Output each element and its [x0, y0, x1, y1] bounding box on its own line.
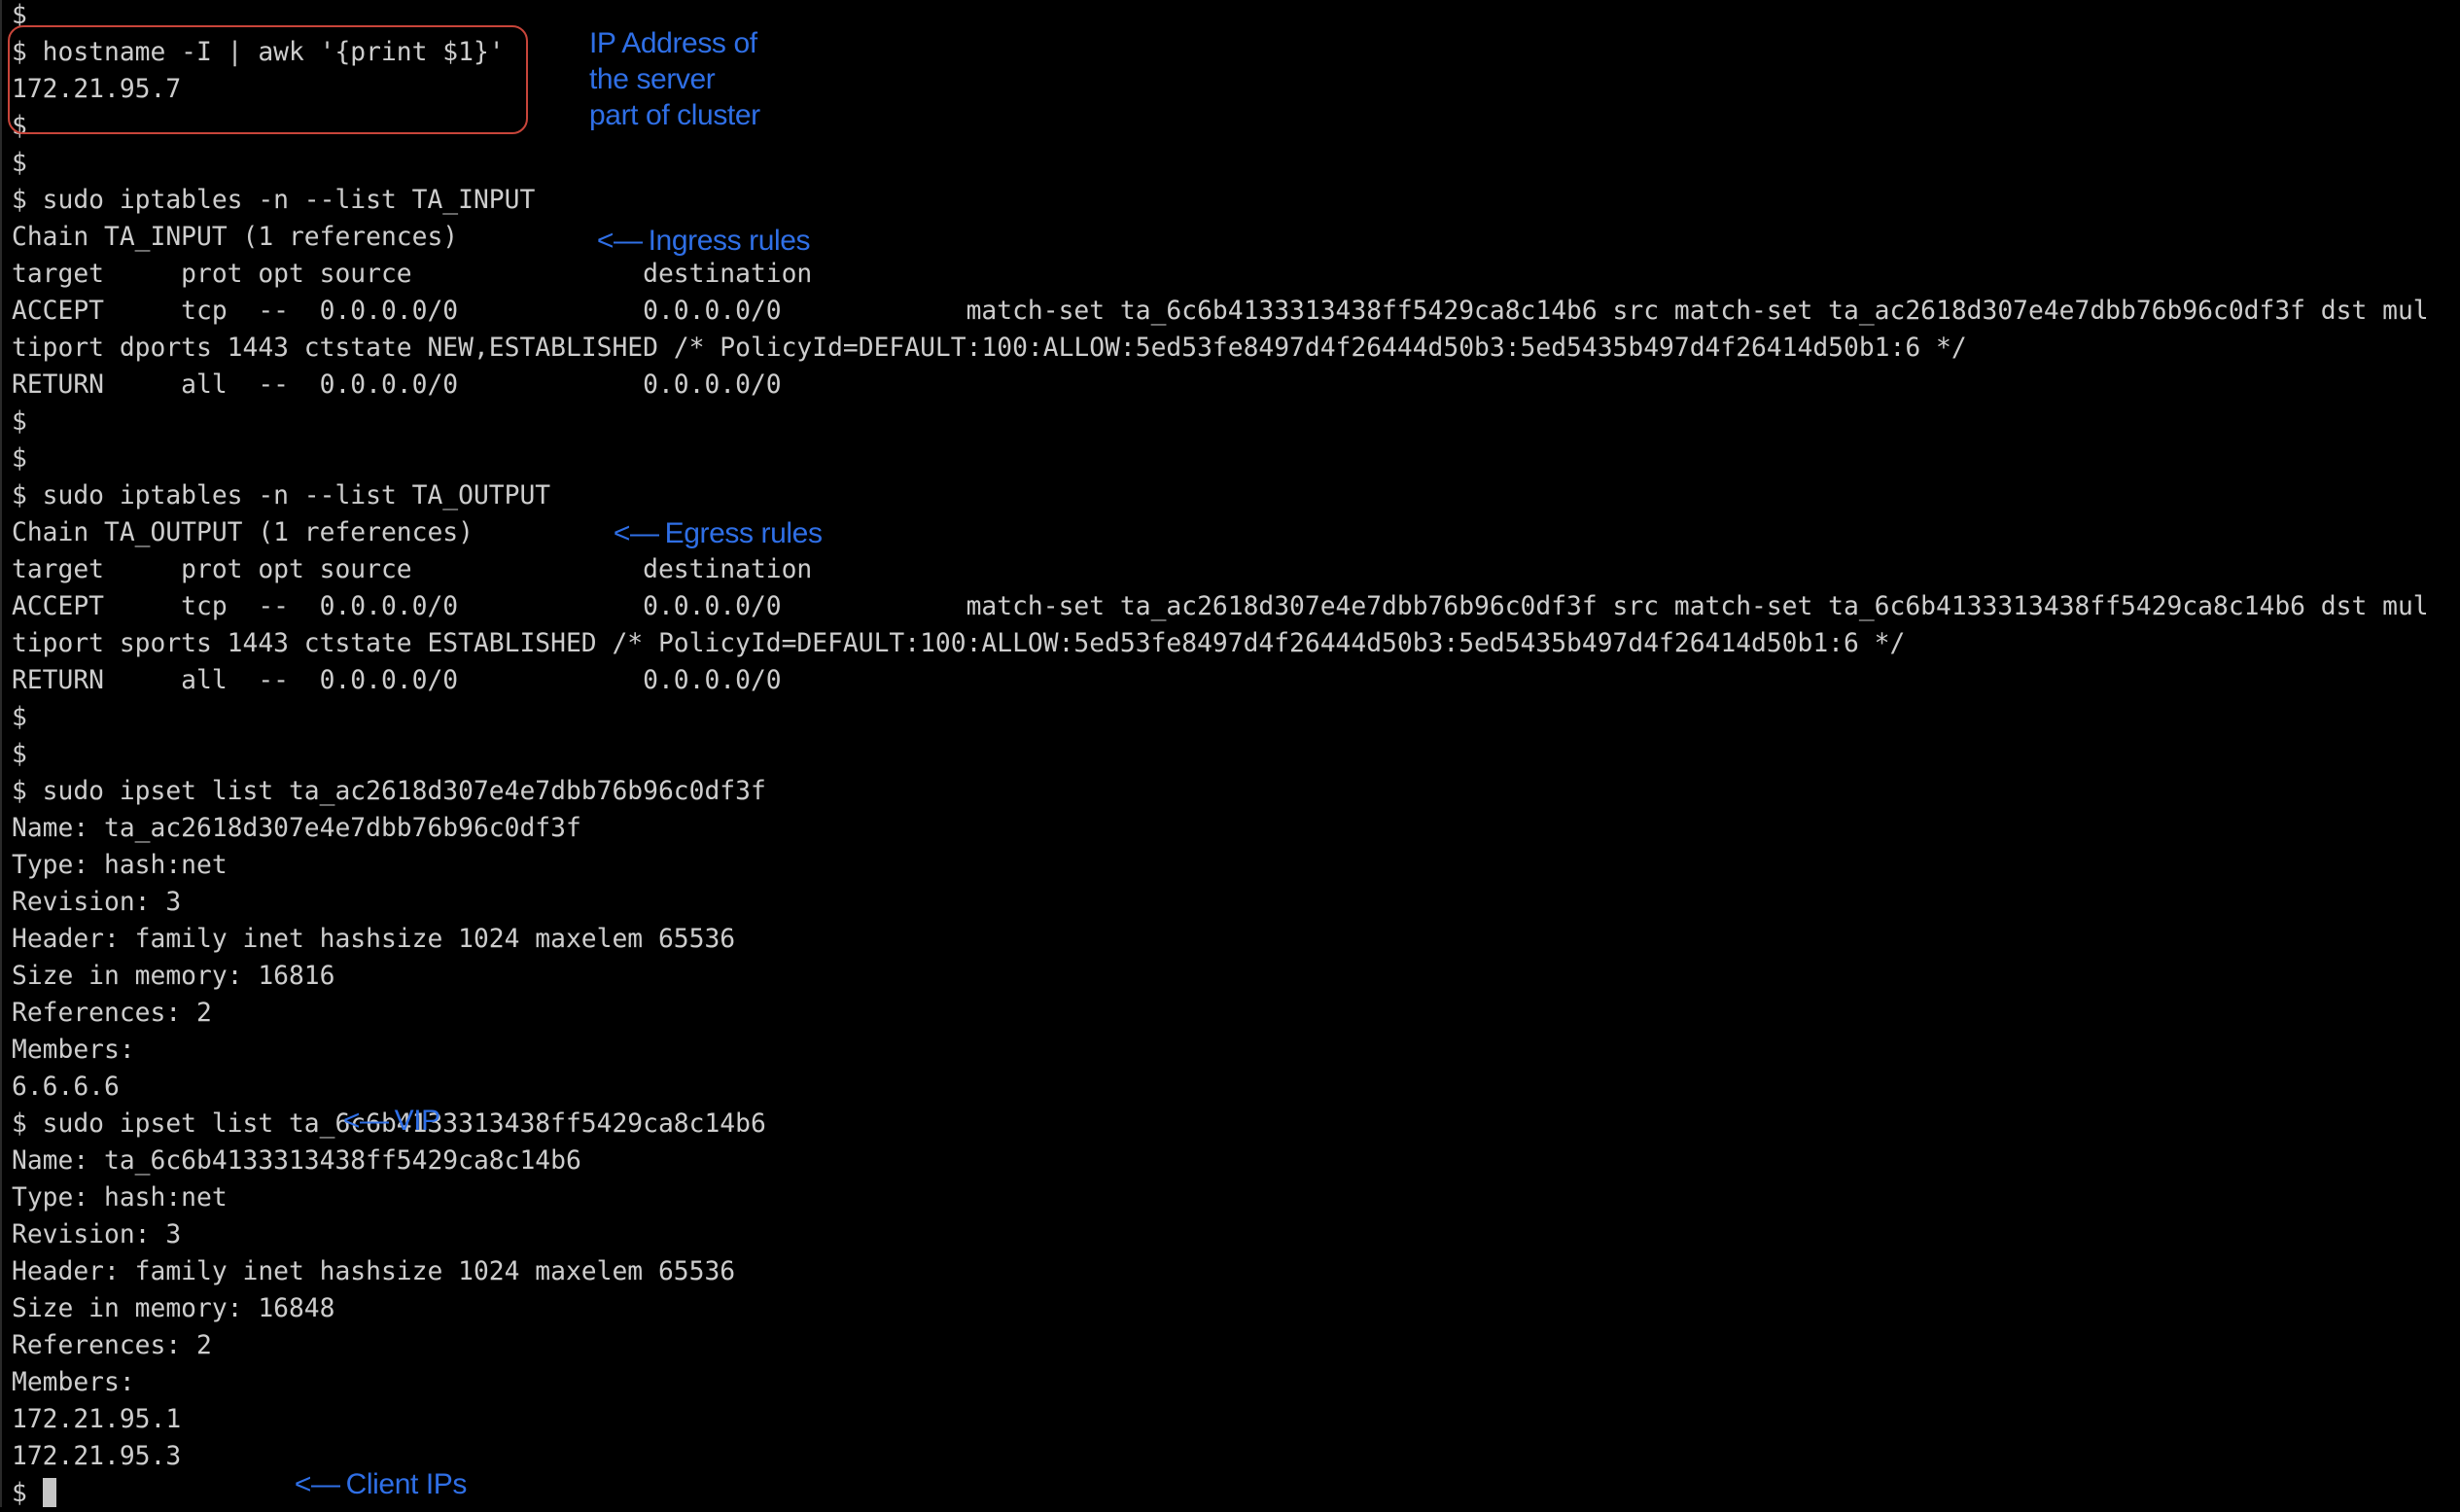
terminal-line: $ — [12, 703, 27, 732]
ipset-members-label: Members: — [12, 1036, 135, 1065]
ipset-references: References: 2 — [12, 999, 212, 1028]
arrow-left-icon: <— — [294, 1468, 340, 1500]
annotation-ingress: <— Ingress rules — [581, 187, 811, 259]
annotation-label: Client IPs — [345, 1468, 468, 1500]
annotation-egress: <— Egress rules — [598, 479, 823, 551]
ipset-name: Name: ta_ac2618d307e4e7dbb76b96c0df3f — [12, 814, 581, 843]
table-header: target prot opt source destination — [12, 260, 813, 289]
ipset-references: References: 2 — [12, 1331, 212, 1360]
table-header: target prot opt source destination — [12, 555, 813, 584]
ipset-size: Size in memory: 16848 — [12, 1294, 335, 1323]
arrow-left-icon: <— — [613, 517, 659, 549]
arrow-left-icon: <— — [342, 1105, 389, 1137]
window-edge — [0, 0, 2, 1507]
annotation-vip: <— VIP — [328, 1067, 440, 1139]
annotation-label: Ingress rules — [648, 225, 811, 257]
ipset-name: Name: ta_6c6b4133313438ff5429ca8c14b6 — [12, 1146, 581, 1176]
command-iptables-output: $ sudo iptables -n --list TA_OUTPUT — [12, 481, 551, 510]
rule-return: RETURN all -- 0.0.0.0/0 0.0.0.0/0 — [12, 666, 782, 695]
arrow-left-icon: <— — [596, 225, 643, 257]
annotation-server-ip: IP Address of the server part of cluster — [589, 27, 760, 131]
ipset-header: Header: family inet hashsize 1024 maxele… — [12, 925, 736, 954]
rule-accept-continued: tiport dports 1443 ctstate NEW,ESTABLISH… — [12, 334, 1967, 363]
cursor — [42, 1478, 56, 1507]
terminal-output[interactable]: $ $ hostname -I | awk '{print $1}' 172.21.… — [12, 0, 2460, 1512]
ipset-header: Header: family inet hashsize 1024 maxele… — [12, 1257, 736, 1286]
ipset-revision: Revision: 3 — [12, 1220, 182, 1249]
terminal-line: $ — [12, 149, 27, 178]
rule-accept: ACCEPT tcp -- 0.0.0.0/0 0.0.0.0/0 match-… — [12, 297, 2429, 326]
chain-header: Chain TA_INPUT (1 references) — [12, 223, 459, 252]
terminal-line: $ — [12, 444, 27, 474]
ipset-type: Type: hash:net — [12, 1183, 228, 1213]
annotation-client-ips: <— Client IPs — [279, 1430, 468, 1502]
ipset-size: Size in memory: 16816 — [12, 962, 335, 991]
rule-return: RETURN all -- 0.0.0.0/0 0.0.0.0/0 — [12, 370, 782, 400]
ipset-type: Type: hash:net — [12, 851, 228, 880]
ipset-members-label: Members: — [12, 1368, 135, 1397]
chain-header: Chain TA_OUTPUT (1 references) — [12, 518, 474, 547]
terminal-line: $ — [12, 740, 27, 769]
ipset-revision: Revision: 3 — [12, 888, 182, 917]
rule-accept-continued: tiport sports 1443 ctstate ESTABLISHED /… — [12, 629, 1906, 658]
annotation-label: VIP — [394, 1105, 441, 1137]
annotation-label: Egress rules — [664, 517, 823, 549]
command-ipset-list: $ sudo ipset list ta_ac2618d307e4e7dbb76… — [12, 777, 766, 806]
terminal-line: $ — [12, 407, 27, 437]
highlight-box — [8, 25, 528, 134]
command-iptables-input: $ sudo iptables -n --list TA_INPUT — [12, 186, 536, 215]
rule-accept: ACCEPT tcp -- 0.0.0.0/0 0.0.0.0/0 match-… — [12, 592, 2429, 621]
prompt-symbol: $ — [12, 1479, 27, 1508]
